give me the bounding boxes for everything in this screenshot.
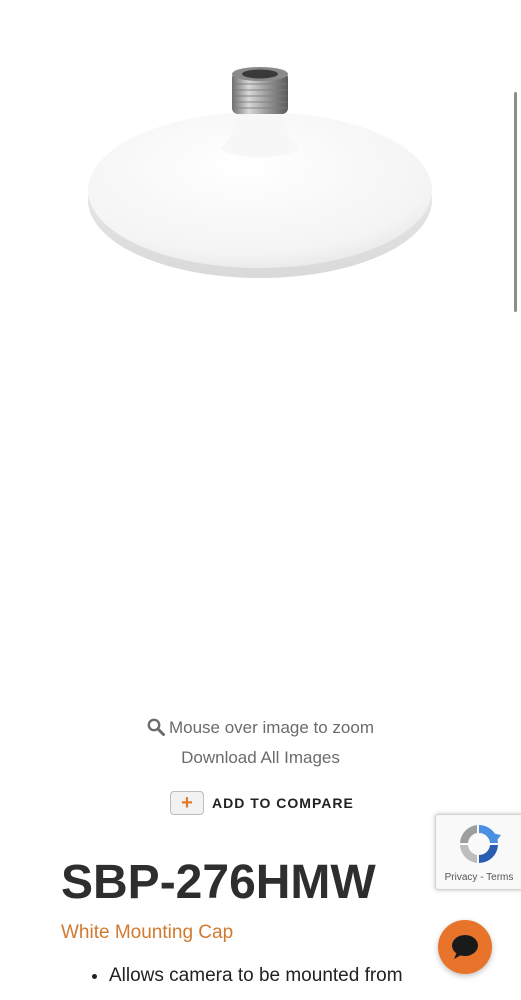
recaptcha-links[interactable]: Privacy - Terms [436,872,521,883]
product-subtitle: White Mounting Cap [61,922,234,943]
product-title: SBP-276HMW [61,856,376,909]
recaptcha-badge[interactable]: Privacy - Terms [435,814,521,890]
zoom-hint-text: Mouse over image to zoom [168,718,375,737]
feature-list: Allows camera to be mounted from [62,962,449,990]
add-to-compare-button[interactable]: + ADD TO COMPARE [170,790,354,816]
feature-item: Allows camera to be mounted from [109,962,449,990]
zoom-hint: Mouse over image to zoom [0,718,521,738]
recaptcha-logo-icon [460,825,501,863]
mounting-cap-image [88,67,432,278]
plus-icon: + [170,791,204,815]
add-to-compare-label: ADD TO COMPARE [212,795,354,811]
chat-button[interactable] [438,920,492,974]
chat-bubble-icon [452,935,478,959]
scrollbar[interactable] [514,92,517,312]
download-all-images-link[interactable]: Download All Images [0,748,521,768]
search-icon [147,718,165,736]
product-image[interactable] [80,40,440,300]
